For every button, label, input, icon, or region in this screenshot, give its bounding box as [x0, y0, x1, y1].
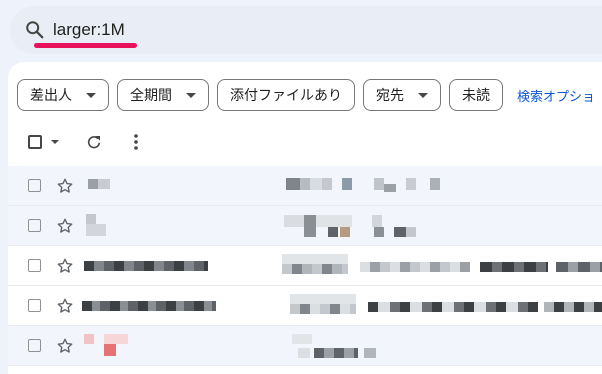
redacted-subject: [284, 215, 304, 227]
redacted-subject: [374, 178, 384, 190]
refresh-icon[interactable]: [86, 134, 102, 150]
redacted-subject: [290, 304, 356, 314]
redacted-subject: [290, 294, 356, 304]
redacted-snippet: [480, 262, 548, 272]
chip-unread[interactable]: 未読: [449, 79, 503, 111]
redacted-sender: [86, 224, 106, 236]
mail-list-panel: 差出人 全期間 添付ファイルあり 宛先 未読 検索オプショ: [8, 62, 602, 374]
redacted-sender: [98, 179, 110, 189]
redacted-sender: [88, 179, 98, 189]
redacted-subject: [374, 227, 384, 237]
redacted-subject: [394, 227, 406, 237]
search-highlight-underline: [34, 43, 137, 48]
star-icon[interactable]: [56, 297, 74, 315]
select-menu-caret-icon[interactable]: [51, 140, 59, 144]
redacted-snippet: [368, 302, 538, 312]
more-vert-icon[interactable]: [128, 133, 144, 151]
chip-date-range-label: 全期間: [130, 88, 172, 104]
chip-to[interactable]: 宛先: [363, 79, 441, 111]
star-icon[interactable]: [56, 257, 74, 275]
redacted-sender: [104, 344, 116, 356]
redacted-subject: [304, 215, 316, 237]
chevron-down-icon: [86, 92, 96, 98]
redacted-subject: [316, 215, 352, 227]
chevron-down-icon: [418, 92, 428, 98]
redacted-sender: [82, 301, 216, 311]
redacted-subject: [286, 178, 300, 190]
star-icon[interactable]: [56, 177, 74, 195]
chip-has-attachment-label: 添付ファイルあり: [230, 88, 342, 104]
chip-from[interactable]: 差出人: [17, 79, 109, 111]
redacted-sender: [84, 334, 94, 344]
search-filter-chips: 差出人 全期間 添付ファイルあり 宛先 未読 検索オプショ: [17, 79, 595, 111]
redacted-subject: [342, 178, 352, 190]
redacted-subject: [298, 348, 310, 358]
search-bar[interactable]: larger:1M: [10, 6, 602, 54]
redacted-snippet: [360, 262, 470, 272]
redacted-sender: [86, 214, 96, 224]
email-row[interactable]: [8, 166, 602, 206]
row-checkbox[interactable]: [28, 339, 41, 352]
search-icon[interactable]: [24, 19, 46, 41]
search-input[interactable]: larger:1M: [53, 20, 125, 40]
email-list: [8, 166, 602, 366]
redacted-subject: [322, 178, 332, 190]
list-toolbar: [8, 126, 208, 156]
select-all-checkbox[interactable]: [28, 135, 42, 149]
redacted-subject: [406, 227, 416, 237]
email-row[interactable]: [8, 326, 602, 366]
advanced-search-link[interactable]: 検索オプショ: [517, 86, 595, 105]
chip-date-range[interactable]: 全期間: [117, 79, 209, 111]
redacted-subject: [340, 227, 350, 237]
row-checkbox[interactable]: [28, 299, 41, 312]
email-row[interactable]: [8, 246, 602, 286]
redacted-subject: [430, 178, 440, 190]
redacted-subject: [406, 178, 416, 190]
email-row[interactable]: [8, 286, 602, 326]
email-row[interactable]: [8, 206, 602, 246]
row-checkbox[interactable]: [28, 179, 41, 192]
redacted-subject: [300, 178, 310, 190]
row-checkbox[interactable]: [28, 219, 41, 232]
redacted-subject: [282, 254, 348, 264]
redacted-sender: [104, 334, 128, 344]
star-icon[interactable]: [56, 337, 74, 355]
chevron-down-icon: [186, 92, 196, 98]
chip-from-label: 差出人: [30, 88, 72, 104]
redacted-subject: [372, 215, 382, 227]
redacted-snippet: [556, 262, 602, 272]
star-icon[interactable]: [56, 217, 74, 235]
redacted-subject: [328, 227, 338, 237]
row-checkbox[interactable]: [28, 259, 41, 272]
chip-has-attachment[interactable]: 添付ファイルあり: [217, 79, 355, 111]
redacted-subject: [292, 334, 312, 344]
chip-unread-label: 未読: [462, 88, 490, 104]
chip-to-label: 宛先: [376, 88, 404, 104]
redacted-sender: [84, 261, 208, 271]
redacted-subject: [364, 348, 376, 358]
redacted-snippet: [544, 302, 602, 312]
redacted-subject: [384, 184, 396, 192]
redacted-subject: [310, 178, 322, 190]
redacted-subject: [282, 264, 348, 274]
redacted-subject: [314, 348, 358, 358]
